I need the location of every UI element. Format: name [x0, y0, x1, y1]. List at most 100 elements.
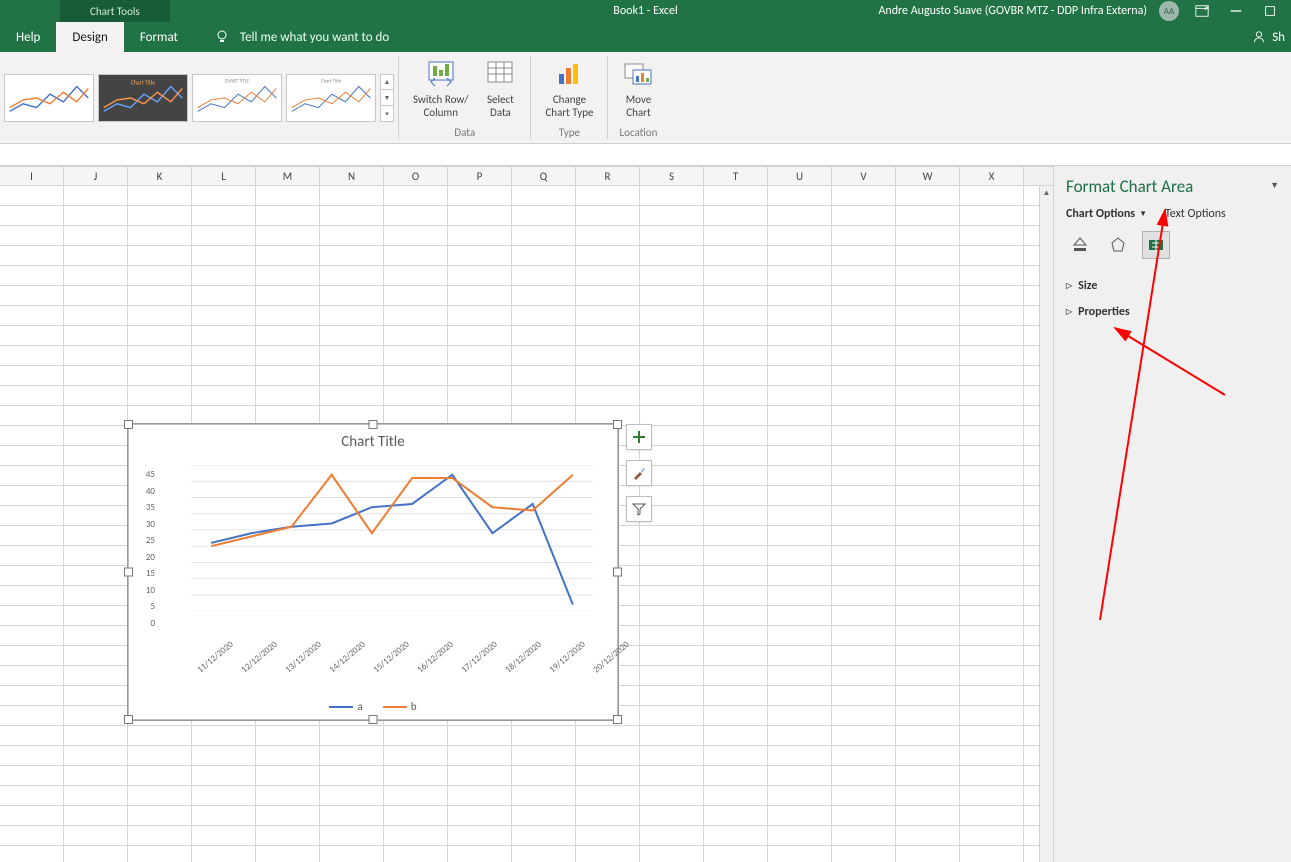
column-header[interactable]: V — [832, 167, 896, 185]
ribbon-group-type-label: Type — [559, 124, 580, 143]
chart-options-tab[interactable]: Chart Options ▼ — [1066, 207, 1147, 221]
share-button[interactable]: Sh — [1252, 22, 1291, 52]
maximize-icon[interactable] — [1259, 1, 1281, 21]
column-header[interactable]: W — [896, 167, 960, 185]
title-bar: Chart Tools Book1 - Excel Andre Augusto … — [0, 0, 1291, 22]
share-icon — [1252, 30, 1266, 44]
switch-row-column-icon — [425, 58, 457, 90]
column-header[interactable]: L — [192, 167, 256, 185]
format-chart-area-pane: Format Chart Area ▼ Chart Options ▼ Text… — [1053, 166, 1291, 862]
column-header[interactable]: I — [0, 167, 64, 185]
move-chart-button[interactable]: Move Chart — [616, 56, 660, 121]
user-avatar[interactable]: AA — [1159, 1, 1179, 21]
chart-style-thumb-4[interactable]: Chart Title — [286, 74, 376, 122]
svg-text:Chart Title: Chart Title — [321, 78, 342, 84]
formula-bar[interactable] — [0, 144, 1291, 166]
chart-styles-gallery[interactable]: Chart Title CHART TITLE Chart Title ▲ ▼ … — [0, 52, 398, 143]
size-properties-icon[interactable] — [1142, 231, 1170, 259]
format-pane-title: Format Chart Area ▼ — [1066, 176, 1279, 197]
chart-style-thumb-3[interactable]: CHART TITLE — [192, 74, 282, 122]
tell-me-search[interactable]: Tell me what you want to do — [214, 22, 389, 52]
chart-filters-button[interactable] — [626, 496, 652, 522]
resize-handle[interactable] — [613, 568, 622, 577]
change-chart-type-button[interactable]: Change Chart Type — [539, 56, 599, 121]
properties-section[interactable]: ▷ Properties — [1066, 299, 1279, 325]
minimize-icon[interactable] — [1225, 1, 1247, 21]
lightbulb-icon — [214, 29, 230, 45]
move-chart-label: Move Chart — [626, 94, 652, 119]
column-header[interactable]: R — [576, 167, 640, 185]
chart-styles-button[interactable] — [626, 460, 652, 486]
share-label: Sh — [1272, 30, 1285, 45]
column-header[interactable]: T — [704, 167, 768, 185]
document-title: Book1 - Excel — [613, 4, 677, 18]
change-chart-type-label: Change Chart Type — [545, 94, 593, 119]
column-header[interactable]: N — [320, 167, 384, 185]
tab-help[interactable]: Help — [0, 22, 56, 52]
svg-text:Chart Title: Chart Title — [131, 79, 155, 86]
resize-handle[interactable] — [124, 715, 133, 724]
y-axis-labels: 454035302520151050 — [135, 469, 155, 629]
resize-handle[interactable] — [613, 420, 622, 429]
ribbon-group-location: Move Chart Location — [608, 52, 668, 143]
resize-handle[interactable] — [369, 420, 378, 429]
embedded-chart[interactable]: Chart Title 454035302520151050 11/12/202… — [128, 424, 618, 720]
resize-handle[interactable] — [369, 715, 378, 724]
worksheet-area[interactable]: IJKLMNOPQRSTUVWX Chart Title 45403530252… — [0, 166, 1053, 862]
resize-handle[interactable] — [613, 715, 622, 724]
move-chart-icon — [622, 58, 654, 90]
ribbon-group-type: Change Chart Type Type — [531, 52, 607, 143]
size-section[interactable]: ▷ Size — [1066, 273, 1279, 299]
fill-line-icon[interactable] — [1066, 231, 1094, 259]
switch-row-column-label: Switch Row/ Column — [413, 94, 468, 119]
scroll-up-icon[interactable]: ▲ — [1040, 186, 1053, 200]
chart-style-thumb-1[interactable] — [4, 74, 94, 122]
user-name: Andre Augusto Suave (GOVBR MTZ - DDP Inf… — [878, 4, 1147, 18]
plus-icon — [632, 430, 646, 444]
pane-options-dropdown[interactable]: ▼ — [1270, 180, 1279, 191]
triangle-right-icon: ▷ — [1066, 307, 1072, 317]
tab-design[interactable]: Design — [56, 22, 123, 52]
column-header[interactable]: U — [768, 167, 832, 185]
spin-down-icon[interactable]: ▼ — [381, 89, 393, 105]
legend-item[interactable]: b — [383, 700, 417, 713]
column-headers[interactable]: IJKLMNOPQRSTUVWX — [0, 166, 1053, 186]
tab-format[interactable]: Format — [124, 22, 194, 52]
column-header[interactable]: Q — [512, 167, 576, 185]
resize-handle[interactable] — [124, 568, 133, 577]
ribbon-group-data: Switch Row/ Column Select Data Data — [399, 52, 530, 143]
effects-icon[interactable] — [1104, 231, 1132, 259]
switch-row-column-button[interactable]: Switch Row/ Column — [407, 56, 474, 121]
spin-up-icon[interactable]: ▲ — [381, 75, 393, 90]
chart-title[interactable]: Chart Title — [129, 425, 617, 455]
column-header[interactable]: J — [64, 167, 128, 185]
chart-style-thumb-2[interactable]: Chart Title — [98, 74, 188, 122]
chart-legend[interactable]: ab — [129, 700, 617, 713]
vertical-scrollbar[interactable]: ▲ — [1039, 186, 1053, 862]
column-header[interactable]: M — [256, 167, 320, 185]
resize-handle[interactable] — [124, 420, 133, 429]
column-header[interactable]: X — [960, 167, 1024, 185]
select-data-button[interactable]: Select Data — [478, 56, 522, 121]
x-axis-labels: 11/12/202012/12/202013/12/202014/12/2020… — [159, 633, 605, 683]
ribbon-display-options-icon[interactable] — [1191, 1, 1213, 21]
select-data-label: Select Data — [487, 94, 514, 119]
column-header[interactable]: O — [384, 167, 448, 185]
chart-styles-more[interactable]: ▲ ▼ ▾ — [380, 74, 394, 122]
text-options-tab[interactable]: Text Options — [1165, 207, 1226, 221]
paintbrush-icon — [632, 466, 646, 480]
column-header[interactable]: S — [640, 167, 704, 185]
column-header[interactable]: P — [448, 167, 512, 185]
chart-elements-button[interactable] — [626, 424, 652, 450]
chevron-down-icon: ▼ — [1139, 209, 1147, 219]
plot-area[interactable] — [191, 465, 593, 625]
legend-item[interactable]: a — [329, 700, 362, 713]
spin-expand-icon[interactable]: ▾ — [381, 105, 393, 121]
funnel-icon — [632, 502, 646, 516]
select-data-icon — [484, 58, 516, 90]
column-header[interactable]: K — [128, 167, 192, 185]
change-chart-type-icon — [553, 58, 585, 90]
ribbon-group-data-label: Data — [454, 124, 475, 143]
chart-tools-context-label: Chart Tools — [60, 0, 170, 22]
tell-me-label: Tell me what you want to do — [240, 30, 389, 45]
